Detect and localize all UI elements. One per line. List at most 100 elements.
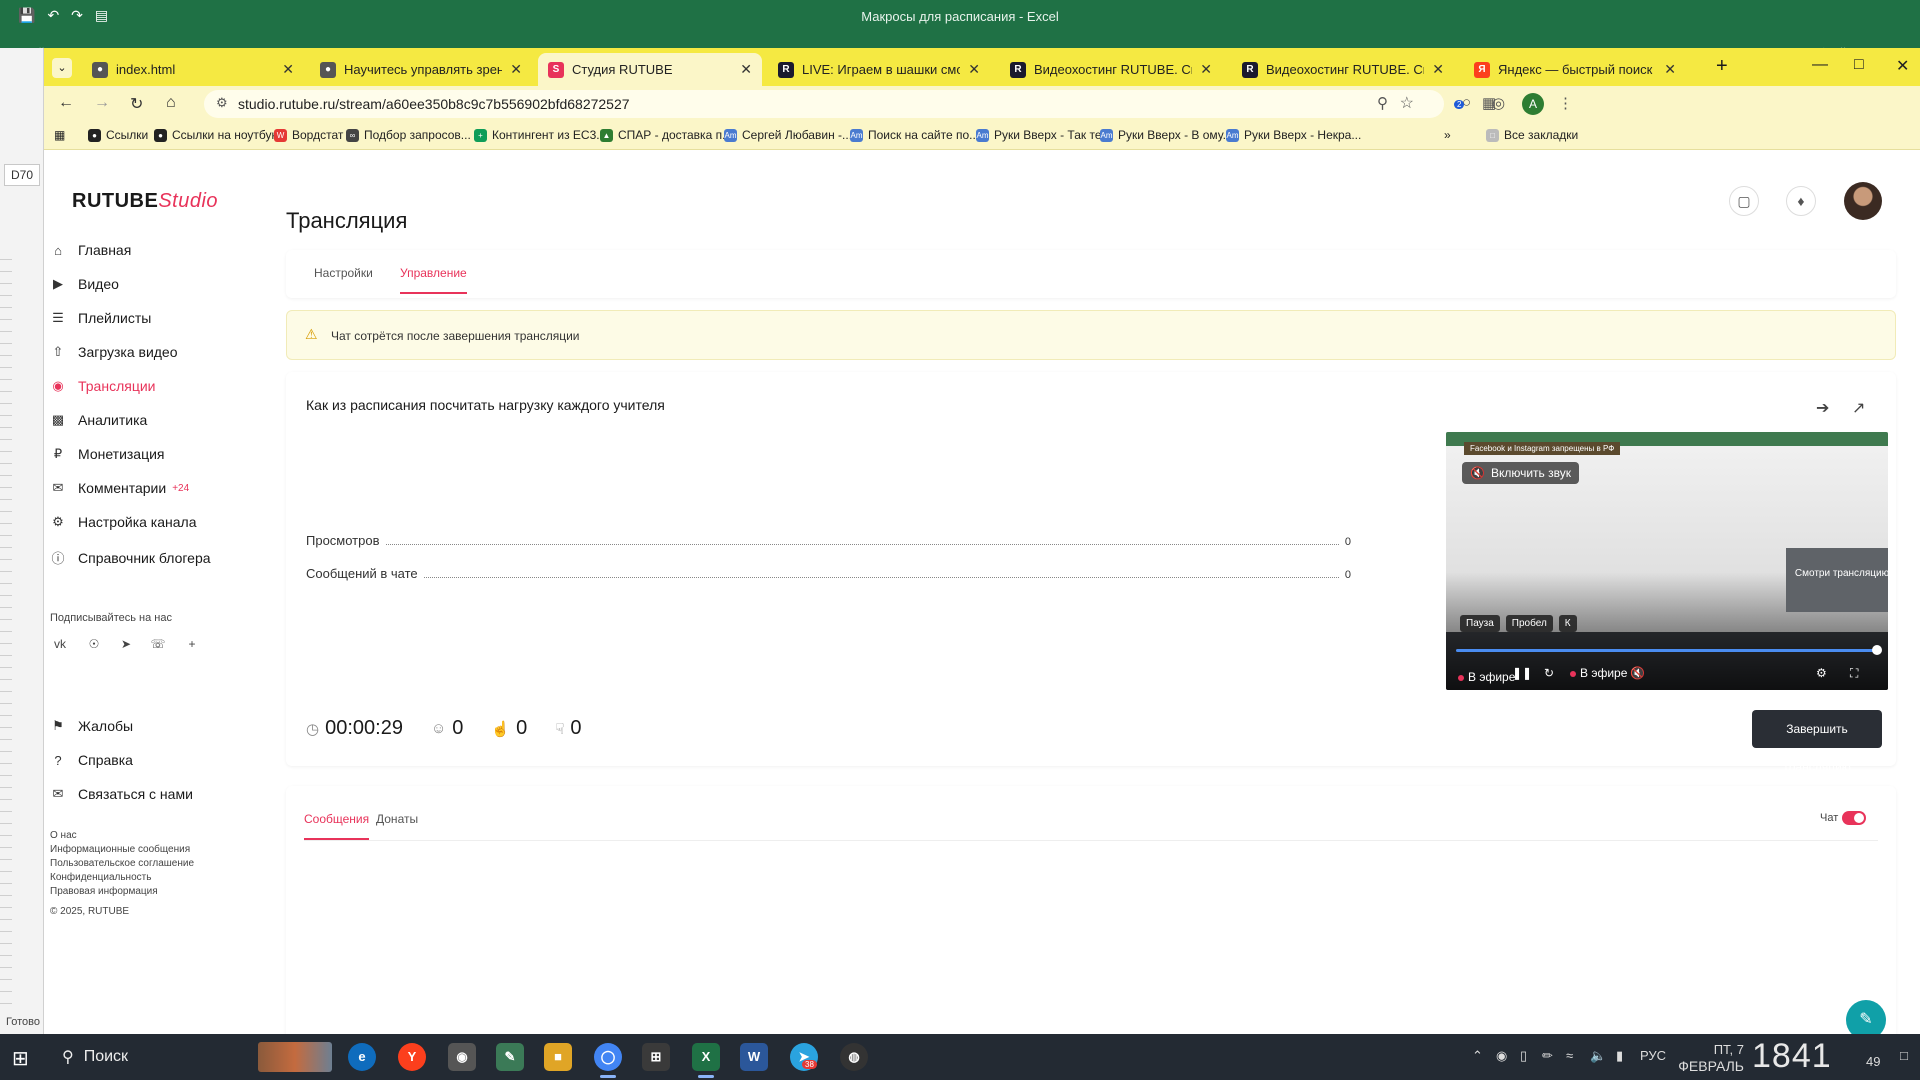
clock-time[interactable]: 1841 [1752, 1037, 1832, 1076]
bookmark-item[interactable]: Am Руки Вверх - Некра... [1226, 128, 1361, 142]
settings-gear-icon[interactable]: ⚙ [1816, 666, 1827, 680]
camera-icon[interactable]: ◉ [448, 1043, 476, 1071]
bookmark-item[interactable]: ● Ссылки на ноутбуке [154, 128, 284, 142]
sidebar-item-upload[interactable]: ⇧ Загрузка видео [50, 344, 178, 360]
calculator-icon[interactable]: ⊞ [642, 1043, 670, 1071]
browser-tab[interactable]: ● Научитесь управлять зрение ✕ [310, 53, 532, 86]
close-icon[interactable]: ✕ [282, 61, 294, 78]
sidebar-item-home[interactable]: ⌂ Главная [50, 242, 131, 258]
minimize-icon[interactable]: — [1812, 56, 1828, 74]
bookmark-item[interactable]: Am Руки Вверх - В ому... [1100, 128, 1233, 142]
address-bar[interactable]: ⚙ studio.rutube.ru/stream/a60ee350b8c9c7… [204, 90, 1444, 118]
browser-tab-active[interactable]: S Студия RUTUBE ✕ [538, 53, 762, 86]
footer-link[interactable]: Информационные сообщения [50, 844, 190, 855]
rutube-studio-logo[interactable]: RUTUBEStudio [72, 190, 218, 213]
footer-link[interactable]: О нас [50, 830, 77, 841]
sidebar-item-comments[interactable]: ✉ Комментарии +24 [50, 480, 190, 496]
plus-icon[interactable]: + [184, 637, 200, 653]
apps-grid-icon[interactable]: ▦ [54, 128, 65, 142]
close-icon[interactable]: ✕ [968, 61, 980, 78]
sidebar-item-broadcasts[interactable]: ◉ Трансляции [50, 378, 155, 394]
close-window-icon[interactable]: ✕ [1896, 56, 1909, 76]
bookmark-item[interactable]: ● Ссылки [88, 128, 148, 142]
tab-messages[interactable]: Сообщения [304, 812, 370, 840]
footer-link[interactable]: Пользовательское соглашение [50, 858, 194, 869]
close-icon[interactable]: ✕ [740, 61, 752, 78]
unmute-button[interactable]: 🔇 Включить звук [1462, 462, 1579, 484]
more-bookmarks-icon[interactable]: » [1444, 128, 1451, 142]
battery-icon[interactable]: ▮ [1616, 1048, 1623, 1064]
open-external-icon[interactable]: ↗ [1852, 398, 1865, 418]
close-icon[interactable]: ✕ [1200, 61, 1212, 78]
support-chat-icon[interactable]: ✎ [1846, 1000, 1886, 1034]
pen-icon[interactable]: ✏ [1542, 1048, 1553, 1064]
bookmark-item[interactable]: Am Поиск на сайте по... [850, 128, 979, 142]
wifi-icon[interactable]: ≈ [1566, 1048, 1573, 1063]
chrome-icon[interactable]: ◯ [594, 1043, 622, 1078]
sidebar-item-channel-settings[interactable]: ⚙ Настройка канала [50, 514, 196, 530]
zoom-icon[interactable]: ⚲ [1377, 94, 1388, 112]
tab-search-icon[interactable]: ⌄ [52, 58, 72, 78]
back-icon[interactable]: ← [58, 94, 74, 112]
ok-icon[interactable]: ☉ [86, 637, 102, 653]
speaker-icon[interactable]: 🔈 [1590, 1048, 1606, 1064]
volume-muted-icon[interactable]: 🔇 [1630, 666, 1645, 680]
bookmark-star-icon[interactable]: ☆ [1400, 93, 1414, 113]
viber-icon[interactable]: ☏ [150, 637, 166, 653]
browser-tab[interactable]: Я Яндекс — быстрый поиск в и ✕ [1464, 53, 1686, 86]
bookmark-item[interactable]: ▲ СПАР - доставка п... [600, 128, 732, 142]
browser-tab[interactable]: ● index.html ✕ [82, 53, 304, 86]
sidebar-item-contact[interactable]: ✉ Связаться с нами [50, 786, 193, 802]
footer-link[interactable]: Конфиденциальность [50, 872, 151, 883]
bookmark-item[interactable]: Am Руки Вверх - Так те... [976, 128, 1112, 142]
usb-icon[interactable]: ▯ [1520, 1048, 1527, 1064]
excel-icon[interactable]: X [692, 1043, 720, 1078]
taskbar-search[interactable]: ⚲ Поиск [56, 1040, 252, 1074]
browser-tab[interactable]: R LIVE: Играем в шашки смотр ✕ [768, 53, 990, 86]
menu-kebab-icon[interactable]: ⋮ [1558, 94, 1573, 112]
close-icon[interactable]: ✕ [1432, 61, 1444, 78]
end-stream-button[interactable]: Завершить трансляцию [1752, 710, 1882, 774]
user-avatar[interactable] [1844, 182, 1882, 220]
tab-settings[interactable]: Настройки [314, 266, 373, 280]
footer-link[interactable]: Правовая информация [50, 886, 158, 897]
bookmark-item[interactable]: Am Сергей Любавин -... [724, 128, 852, 142]
bookmark-item[interactable]: ∞ Подбор запросов... [346, 128, 471, 142]
forward-10-icon[interactable]: ↻ [1544, 666, 1554, 680]
pause-icon[interactable]: ❚❚ [1512, 666, 1532, 680]
browser-tab[interactable]: R Видеохостинг RUTUBE. Смот ✕ [1232, 53, 1454, 86]
new-tab-button[interactable]: + [1716, 55, 1728, 78]
maximize-icon[interactable]: □ [1854, 56, 1864, 74]
browser-tab[interactable]: R Видеохостинг RUTUBE. Смот ✕ [1000, 53, 1222, 86]
tray-app-icon[interactable]: ◉ [1496, 1048, 1507, 1064]
notifications-icon[interactable]: □ [1900, 1048, 1908, 1063]
sidebar-item-analytics[interactable]: ▩ Аналитика [50, 412, 147, 428]
player-progress-bar[interactable] [1456, 649, 1878, 652]
add-content-icon[interactable]: ▢ [1729, 186, 1759, 216]
search-highlight-image[interactable] [258, 1042, 332, 1072]
excel-cell-reference[interactable]: D70 [4, 164, 40, 186]
chat-toggle[interactable] [1842, 811, 1866, 825]
site-info-icon[interactable]: ⚙ [216, 95, 228, 111]
close-icon[interactable]: ✕ [1664, 61, 1676, 78]
sidebar-item-video[interactable]: ▶ Видео [50, 276, 119, 292]
edge-icon[interactable]: e [348, 1043, 376, 1071]
sidebar-item-blogger-guide[interactable]: ⓘ Справочник блогера [50, 548, 210, 567]
player-progress-knob[interactable] [1872, 645, 1882, 655]
windows-start-icon[interactable]: ⊞ [12, 1046, 29, 1071]
extensions-puzzle-icon[interactable]: ▦ [1482, 94, 1496, 112]
telegram-icon[interactable]: ➤ [118, 637, 134, 653]
bookmark-item[interactable]: W Вордстат [274, 128, 343, 142]
tray-chevron-icon[interactable]: ⌃ [1472, 1048, 1483, 1064]
sidebar-item-monetization[interactable]: ₽ Монетизация [50, 446, 165, 462]
sidebar-item-help[interactable]: ? Справка [50, 752, 133, 768]
word-icon[interactable]: W [740, 1043, 768, 1071]
forward-icon[interactable]: → [94, 94, 110, 112]
sidebar-item-complaints[interactable]: ⚑ Жалобы [50, 718, 133, 734]
obs-icon[interactable]: ◍ [840, 1043, 868, 1071]
bookmark-item[interactable]: + Контингент из ЕС3... [474, 128, 606, 142]
fullscreen-icon[interactable]: ⛶ [1850, 666, 1858, 681]
sidebar-item-playlists[interactable]: ☰ Плейлисты [50, 310, 151, 326]
home-icon[interactable]: ⌂ [166, 94, 176, 112]
notifications-bell-icon[interactable]: ♦ [1786, 186, 1816, 216]
